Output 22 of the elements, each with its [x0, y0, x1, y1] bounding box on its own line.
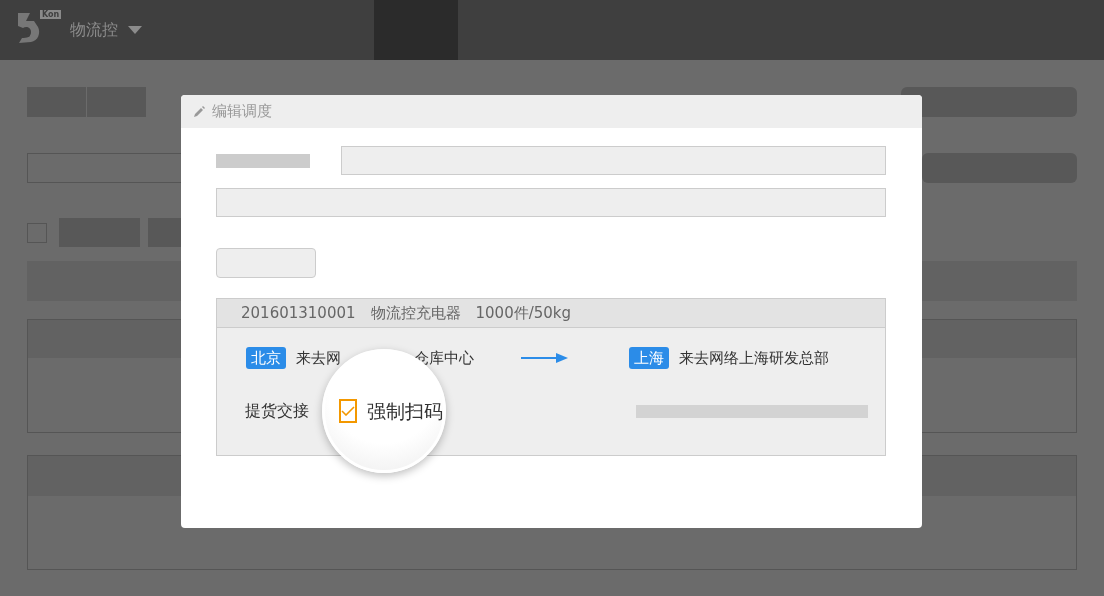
check-icon — [341, 406, 355, 416]
handover-label: 提货交接 — [245, 400, 309, 422]
placeholder-button[interactable] — [216, 248, 316, 278]
logo-tag: Kon — [40, 10, 62, 19]
arrow-icon — [521, 353, 568, 363]
checkbox-label: 强制扫码 — [367, 398, 443, 424]
quantity: 1000件/50kg — [475, 302, 572, 324]
app-name[interactable]: 物流控 — [70, 18, 118, 42]
city-badge: 上海 — [629, 347, 669, 369]
caret-icon[interactable] — [128, 26, 142, 34]
nav-tab[interactable] — [374, 0, 458, 60]
pencil-icon — [194, 106, 205, 117]
dialog-title: 编辑调度 — [212, 101, 272, 123]
placeholder-block — [148, 218, 182, 247]
input-field[interactable] — [216, 188, 886, 217]
address-text: 来去网 — [296, 347, 341, 369]
input-field[interactable] — [341, 146, 886, 175]
city-badge: 北京 — [246, 347, 286, 369]
product-name: 物流控充电器 — [370, 302, 461, 324]
order-number: 201601310001 — [241, 302, 356, 324]
address-text: 来去网络上海研发总部 — [679, 347, 829, 369]
checkbox[interactable] — [339, 399, 357, 423]
